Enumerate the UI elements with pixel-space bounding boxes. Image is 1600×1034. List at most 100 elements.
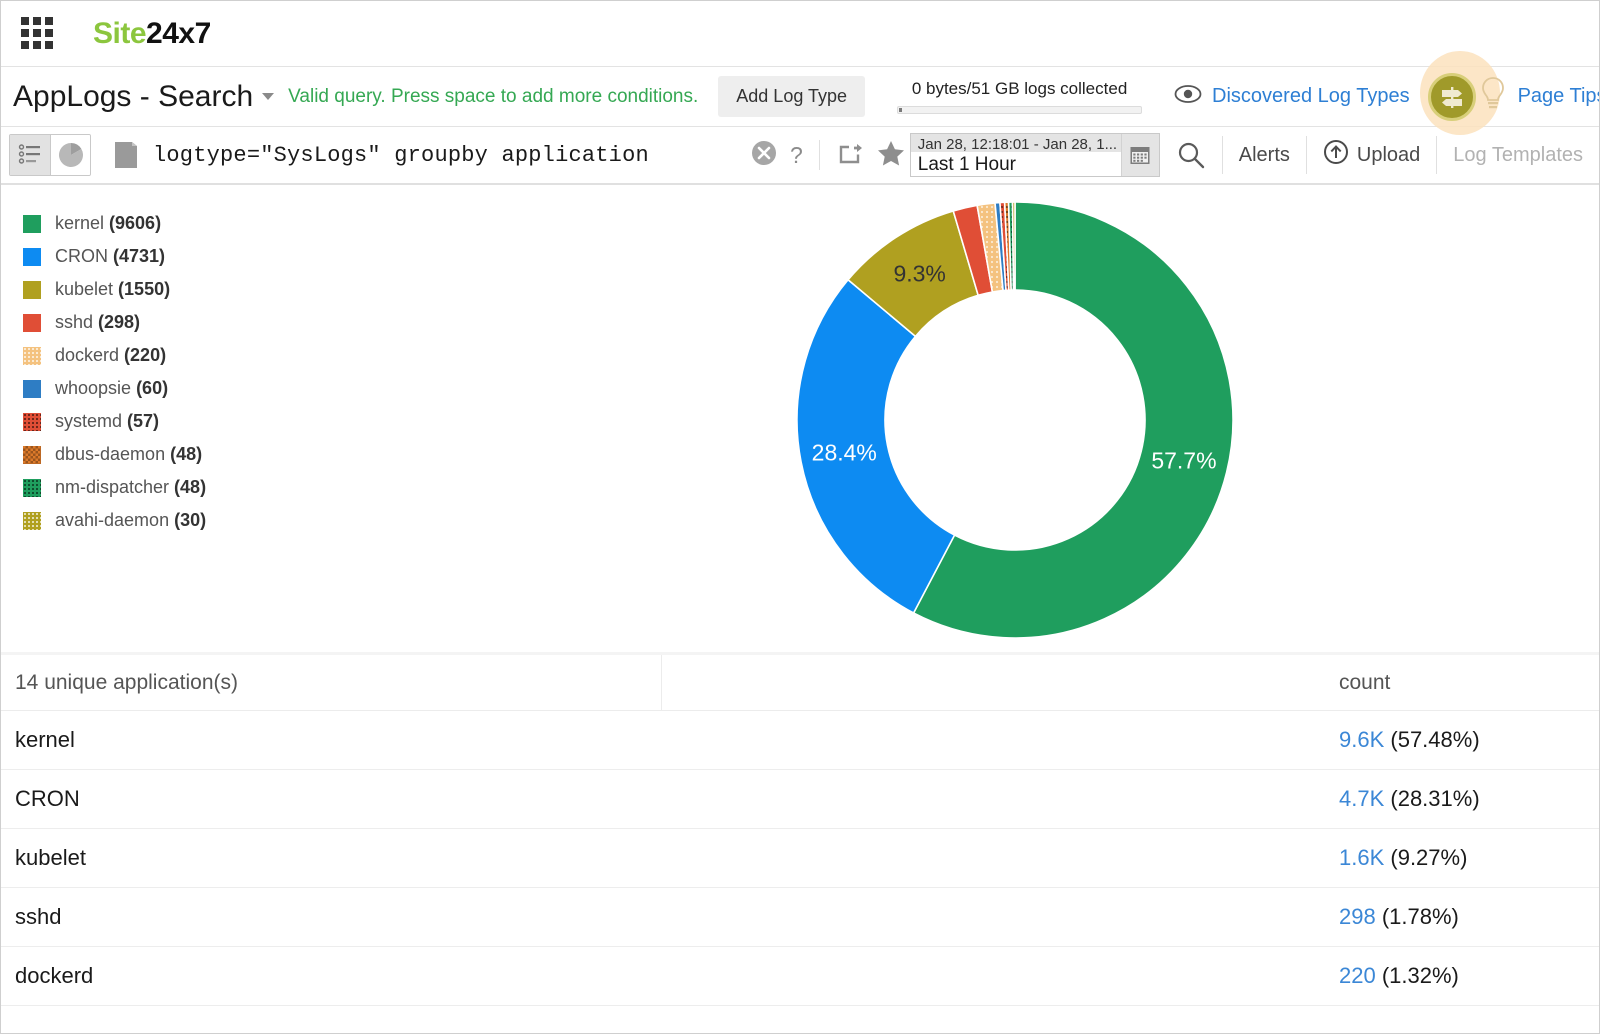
legend-series-name: kernel [55,213,104,233]
count-value[interactable]: 1.6K [1339,845,1384,870]
legend-item[interactable]: whoopsie (60) [23,372,431,405]
unique-applications-summary: 14 unique application(s) [1,671,1331,695]
count-value[interactable]: 4.7K [1339,786,1384,811]
legend-item[interactable]: dbus-daemon (48) [23,438,431,471]
page-tips-group[interactable]: Page Tips [1428,73,1600,121]
count-value[interactable]: 220 [1339,963,1376,988]
logs-collected-progress [897,106,1142,114]
count-cell: 298 (1.78%) [1331,904,1599,930]
signpost-badge-icon[interactable] [1428,73,1476,121]
discovered-log-types-link[interactable]: Discovered Log Types [1212,85,1410,108]
legend-item-label: kubelet (1550) [55,279,170,300]
legend-series-name: dockerd [55,345,119,365]
count-percent: (9.27%) [1384,845,1467,870]
legend-series-count: (48) [169,477,206,497]
chart-legend: kernel (9606) CRON (4731) kubelet (1550) ss… [1,185,431,654]
count-value[interactable]: 9.6K [1339,727,1384,752]
logs-collected-text: 0 bytes/51 GB logs collected [912,79,1127,99]
count-column-header: count [1331,671,1599,695]
column-divider [661,655,662,710]
date-range-picker[interactable]: Jan 28, 12:18:01 - Jan 28, 1... Last 1 H… [910,133,1160,177]
upload-button[interactable]: Upload [1307,127,1436,183]
share-icon[interactable] [836,139,864,172]
search-icon[interactable] [1160,127,1222,183]
legend-item-label: nm-dispatcher (48) [55,477,206,498]
calendar-icon[interactable] [1121,134,1159,176]
page-tips-link[interactable]: Page Tips [1518,85,1600,108]
chevron-down-icon[interactable] [262,93,274,100]
legend-series-name: kubelet [55,279,113,299]
lightbulb-icon [1478,75,1508,118]
legend-color-swatch [23,347,41,365]
legend-item[interactable]: nm-dispatcher (48) [23,471,431,504]
legend-item[interactable]: avahi-daemon (30) [23,504,431,537]
legend-item-label: avahi-daemon (30) [55,510,206,531]
legend-series-name: dbus-daemon [55,444,165,464]
legend-series-count: (60) [131,378,168,398]
page-title: AppLogs - Search [13,80,253,114]
legend-item[interactable]: CRON (4731) [23,240,431,273]
legend-item-label: systemd (57) [55,411,159,432]
list-view-icon[interactable] [10,135,50,175]
legend-item-label: whoopsie (60) [55,378,168,399]
results-body: kernel9.6K (57.48%)CRON4.7K (28.31%)kube… [1,711,1599,1006]
star-icon[interactable] [876,139,906,172]
log-templates-button[interactable]: Log Templates [1437,127,1599,183]
legend-color-swatch [23,479,41,497]
count-cell: 4.7K (28.31%) [1331,786,1599,812]
legend-series-count: (48) [165,444,202,464]
legend-item-label: kernel (9606) [55,213,161,234]
application-name-cell: sshd [1,904,1331,930]
legend-item[interactable]: kernel (9606) [23,207,431,240]
legend-item[interactable]: systemd (57) [23,405,431,438]
query-bar: logtype="SysLogs" groupby application ? [1,127,1599,185]
log-templates-label: Log Templates [1453,144,1583,167]
count-percent: (1.78%) [1376,904,1459,929]
legend-item-label: CRON (4731) [55,246,165,267]
legend-series-count: (57) [122,411,159,431]
divider [819,140,820,170]
logo-text-black: 24x7 [146,17,211,50]
pie-chart-icon[interactable] [50,135,90,175]
donut-chart[interactable]: 57.7%28.4%9.3% [790,195,1240,645]
add-log-type-button[interactable]: Add Log Type [718,76,865,117]
upload-icon [1323,139,1349,171]
legend-series-name: whoopsie [55,378,131,398]
legend-item[interactable]: kubelet (1550) [23,273,431,306]
table-row[interactable]: sshd298 (1.78%) [1,888,1599,947]
query-input[interactable]: logtype="SysLogs" groupby application [153,127,750,183]
table-row[interactable]: dockerd220 (1.32%) [1,947,1599,1006]
table-row[interactable]: kubelet1.6K (9.27%) [1,829,1599,888]
application-name-cell: dockerd [1,963,1331,989]
alerts-button[interactable]: Alerts [1223,127,1306,183]
view-toggle-group [9,134,91,176]
count-value[interactable]: 298 [1339,904,1376,929]
log-book-icon[interactable] [113,127,139,183]
donut-slice[interactable] [797,279,955,612]
brand-bar: Site24x7 [1,1,1599,67]
table-row[interactable]: kernel9.6K (57.48%) [1,711,1599,770]
count-percent: (28.31%) [1384,786,1479,811]
apps-grid-icon[interactable] [21,17,55,51]
legend-series-name: sshd [55,312,93,332]
legend-series-count: (30) [169,510,206,530]
count-cell: 9.6K (57.48%) [1331,727,1599,753]
donut-slice[interactable] [1013,202,1015,290]
clear-circle-icon[interactable] [750,139,778,172]
legend-item[interactable]: sshd (298) [23,306,431,339]
legend-series-count: (298) [93,312,140,332]
query-actions: ? [750,127,910,183]
legend-item-label: dockerd (220) [55,345,166,366]
table-row[interactable]: CRON4.7K (28.31%) [1,770,1599,829]
legend-series-name: avahi-daemon [55,510,169,530]
legend-color-swatch [23,281,41,299]
legend-series-name: nm-dispatcher [55,477,169,497]
legend-item[interactable]: dockerd (220) [23,339,431,372]
upload-label: Upload [1357,144,1420,167]
logs-collected-meter: 0 bytes/51 GB logs collected [897,79,1142,114]
legend-color-swatch [23,446,41,464]
count-cell: 1.6K (9.27%) [1331,845,1599,871]
query-help-icon[interactable]: ? [790,142,803,169]
legend-series-name: CRON [55,246,108,266]
site24x7-logo[interactable]: Site24x7 [93,17,211,51]
